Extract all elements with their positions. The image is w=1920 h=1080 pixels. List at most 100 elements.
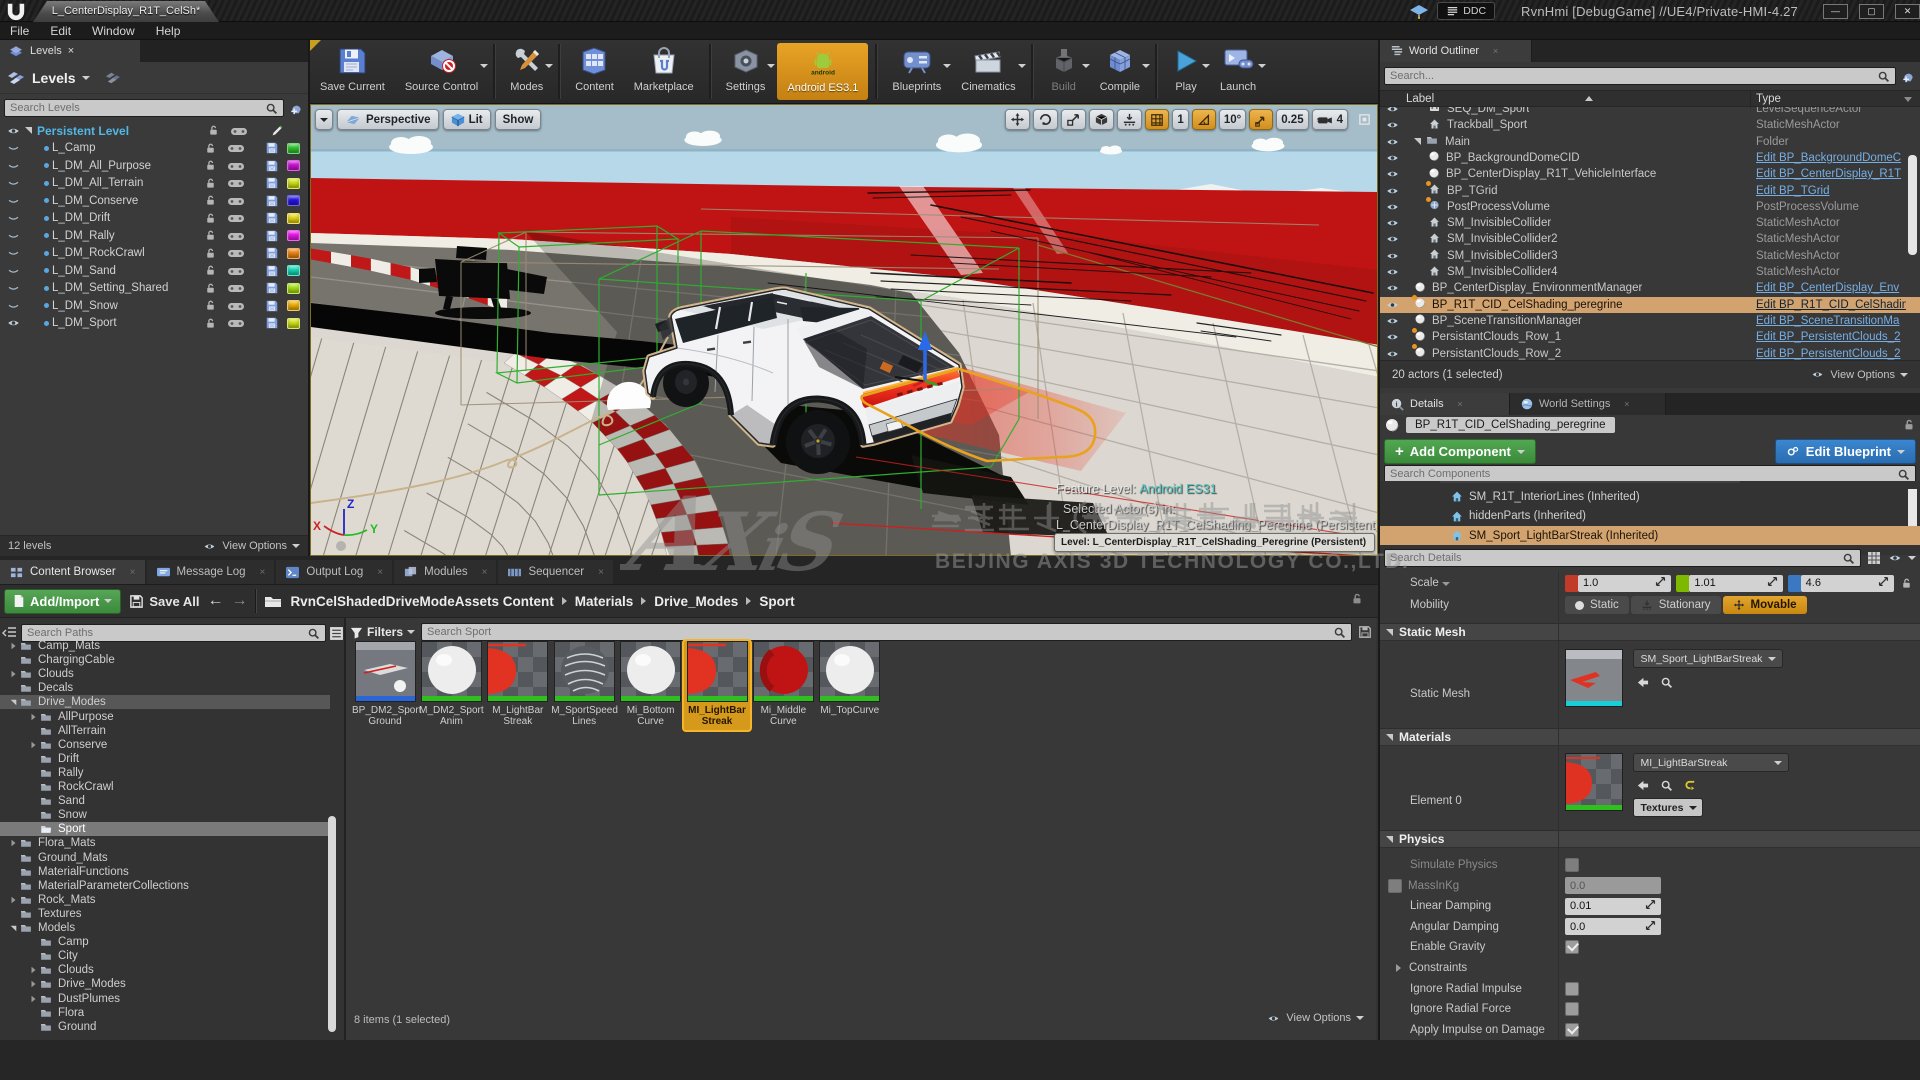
tab-details[interactable]: Details × bbox=[1380, 393, 1510, 415]
toolbar-settings-button[interactable]: Settings bbox=[716, 40, 776, 103]
tab-message-log[interactable]: Message Log × bbox=[146, 560, 275, 584]
outliner-scrollbar[interactable] bbox=[1908, 155, 1917, 255]
add-import-button[interactable]: Add/Import bbox=[4, 588, 122, 614]
toolbar-cinematics-button[interactable]: Cinematics bbox=[951, 40, 1026, 103]
rotation-snap-button[interactable] bbox=[1191, 109, 1216, 130]
scale-snap-button[interactable] bbox=[1249, 109, 1274, 130]
menu-help[interactable]: Help bbox=[156, 24, 181, 38]
assets-view-options[interactable]: View Options bbox=[1266, 1012, 1364, 1024]
sources-scrollbar[interactable] bbox=[328, 816, 336, 1032]
collapse-sources-icon[interactable] bbox=[2, 626, 18, 640]
toolbar-compile-button[interactable]: Compile bbox=[1090, 40, 1151, 103]
outliner-column-header[interactable]: Label Type bbox=[1380, 90, 1920, 108]
reset-icon[interactable] bbox=[1681, 777, 1699, 793]
folder-RockCrawl[interactable]: RockCrawl bbox=[0, 780, 330, 794]
folder-MaterialParameterCollections[interactable]: MaterialParameterCollections bbox=[0, 879, 330, 893]
level-row-L_DM_Drift[interactable]: L_DM_Drift bbox=[0, 210, 308, 228]
toolbar-source-control-button[interactable]: Source Control bbox=[395, 40, 489, 103]
levels-dropdown-caret[interactable] bbox=[81, 75, 90, 80]
details-lock-icon[interactable] bbox=[1902, 418, 1916, 432]
folder-MaterialFunctions[interactable]: MaterialFunctions bbox=[0, 865, 330, 879]
section-physics[interactable]: Physics bbox=[1380, 830, 1920, 848]
level-color-chip[interactable] bbox=[287, 282, 300, 294]
folder-Textures[interactable]: Textures bbox=[0, 907, 330, 921]
outliner-view-options[interactable]: View Options bbox=[1810, 369, 1908, 381]
level-color-chip[interactable] bbox=[287, 265, 300, 277]
level-row-L_DM_Conserve[interactable]: L_DM_Conserve bbox=[0, 192, 308, 210]
viewport-scene[interactable]: Z X Y bbox=[311, 105, 1378, 556]
apply-impulse-on-damage-checkbox[interactable] bbox=[1565, 1022, 1579, 1037]
ignore-radial-impulse-checkbox[interactable] bbox=[1565, 981, 1579, 996]
save-search-icon[interactable] bbox=[1358, 625, 1372, 639]
level-row-L_DM_Snow[interactable]: L_DM_Snow bbox=[0, 297, 308, 315]
forward-button[interactable]: → bbox=[231, 592, 247, 610]
static-mesh-combo[interactable]: SM_Sport_LightBarStreak bbox=[1633, 649, 1784, 668]
folder-Conserve[interactable]: Conserve bbox=[0, 738, 330, 752]
folder-Flora_Mats[interactable]: Flora_Mats bbox=[0, 836, 330, 850]
outliner-row-BP_R1T_CID_CelShading_peregrine[interactable]: BP_R1T_CID_CelShading_peregrine Edit BP_R… bbox=[1380, 295, 1920, 313]
folder-Clouds[interactable]: Clouds bbox=[0, 963, 330, 977]
maximize-button[interactable]: ▢ bbox=[1859, 3, 1884, 19]
asset-M_DM2_Sport[interactable]: M_DM2_Sport Anim bbox=[418, 641, 484, 727]
level-color-chip[interactable] bbox=[287, 160, 300, 172]
level-color-chip[interactable] bbox=[287, 300, 300, 312]
level-color-chip[interactable] bbox=[287, 317, 300, 329]
scale-snap-value[interactable]: 0.25 bbox=[1276, 109, 1309, 130]
camera-speed-button[interactable]: 4 bbox=[1311, 109, 1348, 130]
menu-window[interactable]: Window bbox=[92, 24, 135, 38]
toolbar-save-current-button[interactable]: Save Current bbox=[310, 40, 395, 103]
folder-Clouds[interactable]: Clouds bbox=[0, 667, 330, 681]
outliner-row-PersistantClouds_Row_1[interactable]: PersistantClouds_Row_1 Edit BP_Persistent… bbox=[1380, 327, 1920, 345]
outliner-row-BP_TGrid[interactable]: BP_TGrid Edit BP_TGrid bbox=[1380, 181, 1920, 199]
grid-snap-button[interactable] bbox=[1145, 109, 1170, 130]
folder-Sand[interactable]: Sand bbox=[0, 794, 330, 808]
level-color-chip[interactable] bbox=[287, 142, 300, 154]
folder-Models[interactable]: Models bbox=[0, 921, 330, 935]
viewport-options-button[interactable] bbox=[315, 109, 333, 130]
outliner-row-PersistantClouds_Row_2[interactable]: PersistantClouds_Row_2 Edit BP_Persistent… bbox=[1380, 344, 1920, 361]
levels-dropdown[interactable]: Levels bbox=[32, 70, 76, 86]
crumb-3[interactable]: Sport bbox=[759, 594, 794, 609]
section-static-mesh[interactable]: Static Mesh bbox=[1380, 623, 1920, 641]
tab-content-browser[interactable]: Content Browser × bbox=[0, 560, 145, 584]
level-row-L_DM_RockCrawl[interactable]: L_DM_RockCrawl bbox=[0, 245, 308, 263]
folder-Snow[interactable]: Snow bbox=[0, 808, 330, 822]
component-row-SM_R1T_InteriorLines[interactable]: SM_R1T_InteriorLines (Inherited) bbox=[1380, 487, 1920, 506]
surface-snap-button[interactable] bbox=[1117, 109, 1143, 130]
crumb-2[interactable]: Drive_Modes bbox=[654, 594, 738, 609]
level-row-persistent[interactable]: Persistent Level bbox=[0, 122, 308, 140]
toolbar-play-button[interactable]: Play bbox=[1162, 40, 1211, 103]
folder-ChargingCable[interactable]: ChargingCable bbox=[0, 653, 330, 667]
asset-MI_LightBar[interactable]: MI_LightBar Streak bbox=[684, 641, 750, 730]
level-row-L_DM_Sand[interactable]: L_DM_Sand bbox=[0, 262, 308, 280]
folder-Flora[interactable]: Flora bbox=[0, 1006, 330, 1020]
toolbar-modes-button[interactable]: Modes bbox=[500, 40, 554, 103]
toolbar-android-es3-1-button[interactable]: android Android ES3.1 bbox=[777, 43, 869, 100]
mobility-movable[interactable]: Movable bbox=[1722, 596, 1807, 614]
levels-details-icon[interactable] bbox=[104, 71, 122, 85]
outliner-row-SM_InvisibleCollider[interactable]: SM_InvisibleCollider StaticMeshActor bbox=[1380, 215, 1920, 231]
level-row-L_DM_Setting_Shared[interactable]: L_DM_Setting_Shared bbox=[0, 280, 308, 298]
edit-blueprint-button[interactable]: Edit Blueprint bbox=[1774, 439, 1916, 464]
folder-Rock_Mats[interactable]: Rock_Mats bbox=[0, 893, 330, 907]
outliner-row-Main[interactable]: Main Folder bbox=[1380, 134, 1920, 150]
outliner-row-BP_BackgroundDomeCID[interactable]: BP_BackgroundDomeCID Edit BP_BackgroundDo… bbox=[1380, 150, 1920, 166]
levels-view-options[interactable]: View Options bbox=[202, 540, 300, 552]
crumb-1[interactable]: Materials bbox=[575, 594, 634, 609]
maximize-viewport-icon[interactable] bbox=[1358, 113, 1371, 126]
massinkg-field[interactable]: 0.0 bbox=[1565, 877, 1661, 895]
folder-Decals[interactable]: Decals bbox=[0, 681, 330, 695]
enable-gravity-checkbox[interactable] bbox=[1565, 940, 1579, 955]
level-color-chip[interactable] bbox=[287, 195, 300, 207]
asset-M_LightBar[interactable]: M_LightBar Streak bbox=[485, 641, 551, 727]
actor-name-field[interactable]: BP_R1T_CID_CelShading_peregrine bbox=[1406, 417, 1615, 433]
tab-output-log[interactable]: Output Log × bbox=[276, 560, 393, 584]
folder-AllPurpose[interactable]: AllPurpose bbox=[0, 710, 330, 724]
lock-sources-icon[interactable] bbox=[1350, 592, 1364, 611]
save-all-button[interactable]: Save All bbox=[129, 594, 199, 609]
tutorial-cap-icon[interactable] bbox=[1409, 3, 1429, 19]
material-combo[interactable]: MI_LightBarStreak bbox=[1633, 753, 1790, 772]
folder-Drive_Modes[interactable]: Drive_Modes bbox=[0, 695, 330, 710]
level-color-chip[interactable] bbox=[287, 177, 300, 189]
new-folder-icon[interactable] bbox=[1900, 69, 1916, 84]
